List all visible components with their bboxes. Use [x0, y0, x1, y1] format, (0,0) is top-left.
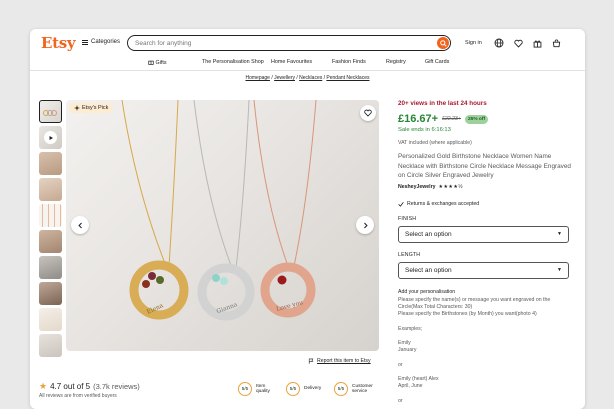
checkmark-icon	[398, 201, 404, 207]
subnav-gifts[interactable]: Gifts	[148, 59, 167, 66]
returns-label: Returns & exchanges accepted	[407, 200, 480, 207]
review-count[interactable]: (3.7k reviews)	[93, 382, 140, 391]
star-icon: ★	[39, 381, 48, 391]
score-badge: 5/5	[334, 382, 348, 396]
personalisation-label: Add your personalisation	[398, 288, 456, 295]
current-price: £16.67+	[398, 113, 439, 125]
main-product-image: Elena Gianna Love you Etsy's Pick	[66, 100, 379, 351]
chevron-right-icon	[363, 222, 368, 228]
previous-image-button[interactable]	[71, 216, 89, 234]
play-icon	[44, 131, 57, 144]
chevron-left-icon	[77, 222, 82, 228]
shop-rating-stars: ★★★★½	[438, 183, 463, 190]
product-photo: Elena Gianna Love you	[121, 100, 317, 321]
subnav-gift-cards[interactable]: Gift Cards	[425, 59, 449, 65]
score-badge: 5/5	[286, 382, 300, 396]
thumbnail[interactable]	[39, 178, 62, 201]
search-icon	[439, 39, 447, 47]
sub-navigation: Gifts The Personalisation Shop Home Favo…	[30, 57, 585, 71]
thumbnail[interactable]	[39, 100, 62, 123]
listing-details: 20+ views in the last 24 hours £16.67+ £…	[398, 100, 573, 405]
subnav-fashion-finds[interactable]: Fashion Finds	[332, 59, 366, 65]
categories-label: Categories	[91, 39, 121, 45]
length-select[interactable]: Select an option ▼	[398, 261, 569, 279]
original-price: £22.23+	[442, 116, 461, 122]
breadcrumb-homepage[interactable]: Homepage	[246, 75, 270, 81]
subnav-gifts-label: Gifts	[155, 60, 167, 66]
browser-window: Etsy Categories Sign in Gifts	[30, 29, 585, 409]
length-select-value: Select an option	[405, 266, 452, 274]
search-button[interactable]	[437, 37, 449, 49]
finish-label: FINISH	[398, 215, 417, 222]
caret-down-icon: ▼	[557, 231, 562, 238]
score-item-quality: 5/5 Item quality	[238, 382, 278, 396]
flag-icon	[308, 358, 314, 364]
globe-icon[interactable]	[494, 38, 504, 48]
site-header: Etsy Categories Sign in	[30, 29, 585, 57]
etsys-pick-label: Etsy's Pick	[82, 105, 109, 111]
gift-icon	[148, 60, 154, 65]
finish-select-value: Select an option	[405, 230, 452, 238]
thumbnail-video[interactable]	[39, 126, 62, 149]
rating-summary: ★ 4.7 out of 5 (3.7k reviews)	[39, 381, 140, 392]
thumbnail[interactable]	[39, 204, 62, 227]
search-bar	[127, 35, 451, 51]
shop-name[interactable]: NesheyJewelry	[398, 184, 436, 190]
finish-select[interactable]: Select an option ▼	[398, 225, 569, 243]
report-item-link[interactable]: Report this item to Etsy	[308, 358, 371, 364]
favourite-button[interactable]	[360, 105, 376, 121]
personalisation-instructions: Please specify the name(s) or message yo…	[398, 296, 551, 404]
heart-icon[interactable]	[513, 38, 523, 48]
thumbnail-strip	[39, 100, 63, 360]
breadcrumb-pendant-necklaces[interactable]: Pendant Necklaces	[326, 75, 369, 81]
score-label: Delivery	[304, 386, 322, 392]
breadcrumb-separator: /	[271, 75, 273, 81]
price-row: £16.67+ £22.23+ 25% off	[398, 113, 573, 125]
categories-button[interactable]: Categories	[82, 39, 120, 45]
search-input[interactable]	[135, 39, 415, 47]
verified-note: All reviews are from verified buyers	[39, 393, 117, 399]
score-label: Customer service	[352, 383, 373, 394]
returns-note: Returns & exchanges accepted	[398, 201, 573, 207]
next-image-button[interactable]	[356, 216, 374, 234]
thumbnail[interactable]	[39, 308, 62, 331]
length-label: LENGTH	[398, 251, 421, 258]
thumbnail[interactable]	[39, 256, 62, 279]
gift-icon[interactable]	[532, 38, 542, 48]
rating-text: 4.7 out of 5	[50, 382, 91, 391]
cart-icon[interactable]	[551, 38, 561, 48]
subnav-home-favourites[interactable]: Home Favourites	[271, 59, 312, 65]
score-delivery: 5/5 Delivery	[286, 382, 321, 396]
vat-note: VAT included (where applicable)	[398, 140, 472, 146]
product-title: Personalized Gold Birthstone Necklace Wo…	[398, 153, 571, 180]
sign-in-link[interactable]: Sign in	[465, 40, 482, 46]
breadcrumb-separator: /	[296, 75, 298, 81]
thumbnail[interactable]	[39, 282, 62, 305]
breadcrumb-necklaces[interactable]: Necklaces	[299, 75, 322, 81]
score-badge: 5/5	[238, 382, 252, 396]
score-label: Item quality	[256, 383, 270, 394]
sparkle-icon	[74, 105, 80, 111]
breadcrumb-separator: /	[323, 75, 326, 81]
discount-badge: 25% off	[464, 114, 489, 124]
thumbnail[interactable]	[39, 334, 62, 357]
heart-icon	[364, 109, 372, 117]
thumbnail[interactable]	[39, 152, 62, 175]
report-item-label: Report this item to Etsy	[317, 358, 371, 364]
thumbnail[interactable]	[39, 230, 62, 253]
breadcrumb-jewellery[interactable]: Jewellery	[274, 75, 295, 81]
subnav-registry[interactable]: Registry	[386, 59, 406, 65]
etsy-logo[interactable]: Etsy	[41, 34, 76, 52]
score-customer-service: 5/5 Customer service	[334, 382, 382, 396]
menu-icon	[82, 39, 88, 45]
caret-down-icon: ▼	[557, 267, 562, 274]
subnav-personalisation-shop[interactable]: The Personalisation Shop	[202, 59, 264, 65]
breadcrumb: Homepage / Jewellery / Necklaces / Penda…	[30, 75, 585, 81]
views-notice: 20+ views in the last 24 hours	[398, 100, 487, 107]
shop-info: NesheyJewelry ★★★★½	[398, 184, 573, 190]
sale-countdown: Sale ends in 6:16:13	[398, 127, 451, 133]
etsys-pick-badge: Etsy's Pick	[69, 103, 114, 113]
